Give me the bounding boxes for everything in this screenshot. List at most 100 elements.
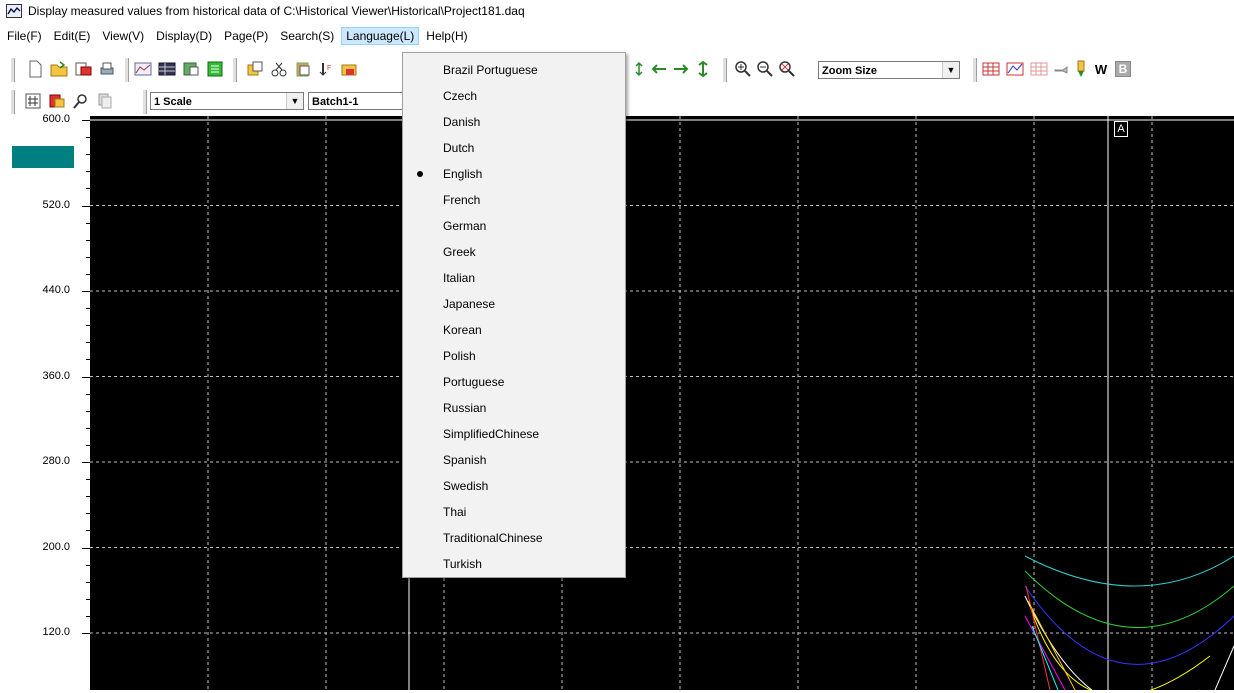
toolbar-separator	[232, 58, 237, 82]
trend-line	[1024, 555, 1234, 587]
window-title: Display measured values from historical …	[28, 4, 525, 18]
cut-icon[interactable]	[268, 58, 290, 80]
menu-language[interactable]: Language(L)	[341, 27, 420, 45]
language-item-italian[interactable]: Italian	[403, 265, 625, 291]
sort-icon[interactable]: F	[316, 58, 338, 80]
toolbar-separator	[722, 58, 727, 82]
language-item-korean[interactable]: Korean	[403, 317, 625, 343]
language-item-label: Greek	[443, 245, 476, 259]
language-item-czech[interactable]: Czech	[403, 83, 625, 109]
language-item-brazil-portuguese[interactable]: Brazil Portuguese	[403, 57, 625, 83]
menu-page[interactable]: Page(P)	[219, 27, 273, 45]
b-button[interactable]: B	[1112, 58, 1134, 80]
language-item-label: Thai	[443, 505, 467, 519]
menu-file[interactable]: File(F)	[2, 27, 47, 45]
y-tick-mark	[82, 376, 90, 378]
language-item-japanese[interactable]: Japanese	[403, 291, 625, 317]
language-item-label: Japanese	[443, 297, 496, 311]
zoom-in-icon[interactable]	[732, 58, 754, 80]
language-item-label: Czech	[443, 89, 478, 103]
mail-icon[interactable]	[338, 58, 360, 80]
marker-pen-icon[interactable]	[1070, 58, 1092, 80]
channel-indicator[interactable]	[12, 146, 74, 168]
trend-line	[1214, 645, 1234, 691]
grid-disabled-icon[interactable]	[1028, 58, 1050, 80]
trend-line	[1024, 570, 1234, 629]
paste-icon[interactable]	[292, 58, 314, 80]
print-icon[interactable]	[96, 58, 118, 80]
document-copy-icon[interactable]	[94, 90, 116, 112]
list-icon[interactable]	[204, 58, 226, 80]
y-tick-mark	[82, 633, 90, 634]
language-item-danish[interactable]: Danish	[403, 109, 625, 135]
y-tick-mark	[82, 291, 90, 292]
open-folder-icon[interactable]	[48, 58, 70, 80]
language-item-turkish[interactable]: Turkish	[403, 551, 625, 577]
w-button[interactable]: W	[1090, 58, 1112, 80]
hash-icon[interactable]	[22, 90, 44, 112]
language-item-english[interactable]: English	[403, 161, 625, 187]
language-item-label: Korean	[443, 323, 482, 337]
grid-chart-icon[interactable]	[1004, 58, 1026, 80]
chevron-down-icon[interactable]: ▼	[286, 93, 303, 109]
language-item-polish[interactable]: Polish	[403, 343, 625, 369]
y-tick-label: 440.0	[42, 284, 70, 296]
hand-icon[interactable]	[1050, 58, 1072, 80]
language-item-portuguese[interactable]: Portuguese	[403, 369, 625, 395]
language-item-traditionalchinese[interactable]: TraditionalChinese	[403, 525, 625, 551]
language-item-label: Polish	[443, 349, 476, 363]
trend-line	[1027, 600, 1076, 691]
move-vertical-icon[interactable]	[692, 58, 714, 80]
language-item-label: SimplifiedChinese	[443, 427, 540, 441]
copy-data-icon[interactable]	[244, 58, 266, 80]
language-item-russian[interactable]: Russian	[403, 395, 625, 421]
trend-lines	[1024, 555, 1234, 693]
y-tick-label: 280.0	[42, 455, 70, 467]
language-item-swedish[interactable]: Swedish	[403, 473, 625, 499]
svg-text:F: F	[327, 65, 331, 72]
language-item-label: Italian	[443, 271, 476, 285]
language-item-label: English	[443, 167, 483, 181]
trend-display-icon[interactable]	[132, 58, 154, 80]
menu-display[interactable]: Display(D)	[151, 27, 217, 45]
language-item-thai[interactable]: Thai	[403, 499, 625, 525]
y-tick-label: 520.0	[42, 198, 70, 211]
table-display-icon[interactable]	[156, 58, 178, 80]
export-icon[interactable]	[72, 58, 94, 80]
trend-line	[1024, 595, 1201, 693]
cursor-a-label[interactable]: A	[1114, 121, 1128, 137]
language-item-german[interactable]: German	[403, 213, 625, 239]
y-tick-mark	[82, 205, 90, 207]
language-item-spanish[interactable]: Spanish	[403, 447, 625, 473]
find-icon[interactable]	[70, 90, 92, 112]
menu-search[interactable]: Search(S)	[275, 27, 339, 45]
y-tick-label: 200.0	[42, 540, 70, 553]
language-menu: Brazil Portuguese Czech Danish Dutch English…	[402, 52, 626, 578]
language-item-label: Russian	[443, 401, 487, 415]
menu-view[interactable]: View(V)	[97, 27, 149, 45]
menu-edit[interactable]: Edit(E)	[49, 27, 96, 45]
grid-red-icon[interactable]	[980, 58, 1002, 80]
scale-combo[interactable]: 1 Scale ▼	[150, 92, 304, 110]
new-file-icon[interactable]	[24, 58, 46, 80]
language-item-french[interactable]: French	[403, 187, 625, 213]
zoom-size-combo[interactable]: Zoom Size ▼	[818, 61, 960, 79]
chevron-down-icon[interactable]: ▼	[942, 62, 959, 78]
language-item-simplifiedchinese[interactable]: SimplifiedChinese	[403, 421, 625, 447]
language-item-label: Spanish	[443, 453, 487, 467]
move-both-icon[interactable]	[628, 58, 650, 80]
report-icon[interactable]	[180, 58, 202, 80]
batch-combo[interactable]: Batch1-1	[308, 92, 404, 110]
plot-area[interactable]: A	[90, 116, 1234, 693]
arrow-right-icon[interactable]	[670, 58, 692, 80]
language-item-greek[interactable]: Greek	[403, 239, 625, 265]
channel-icon[interactable]	[46, 90, 68, 112]
language-item-label: German	[443, 219, 487, 233]
menu-help[interactable]: Help(H)	[421, 27, 472, 45]
zoom-reset-icon[interactable]	[776, 58, 798, 80]
toolbar-separator	[972, 58, 977, 82]
arrow-left-icon[interactable]	[648, 58, 670, 80]
menu-bar: File(F) Edit(E) View(V) Display(D) Page(…	[0, 22, 1234, 50]
language-item-dutch[interactable]: Dutch	[403, 135, 625, 161]
zoom-out-icon[interactable]	[754, 58, 776, 80]
